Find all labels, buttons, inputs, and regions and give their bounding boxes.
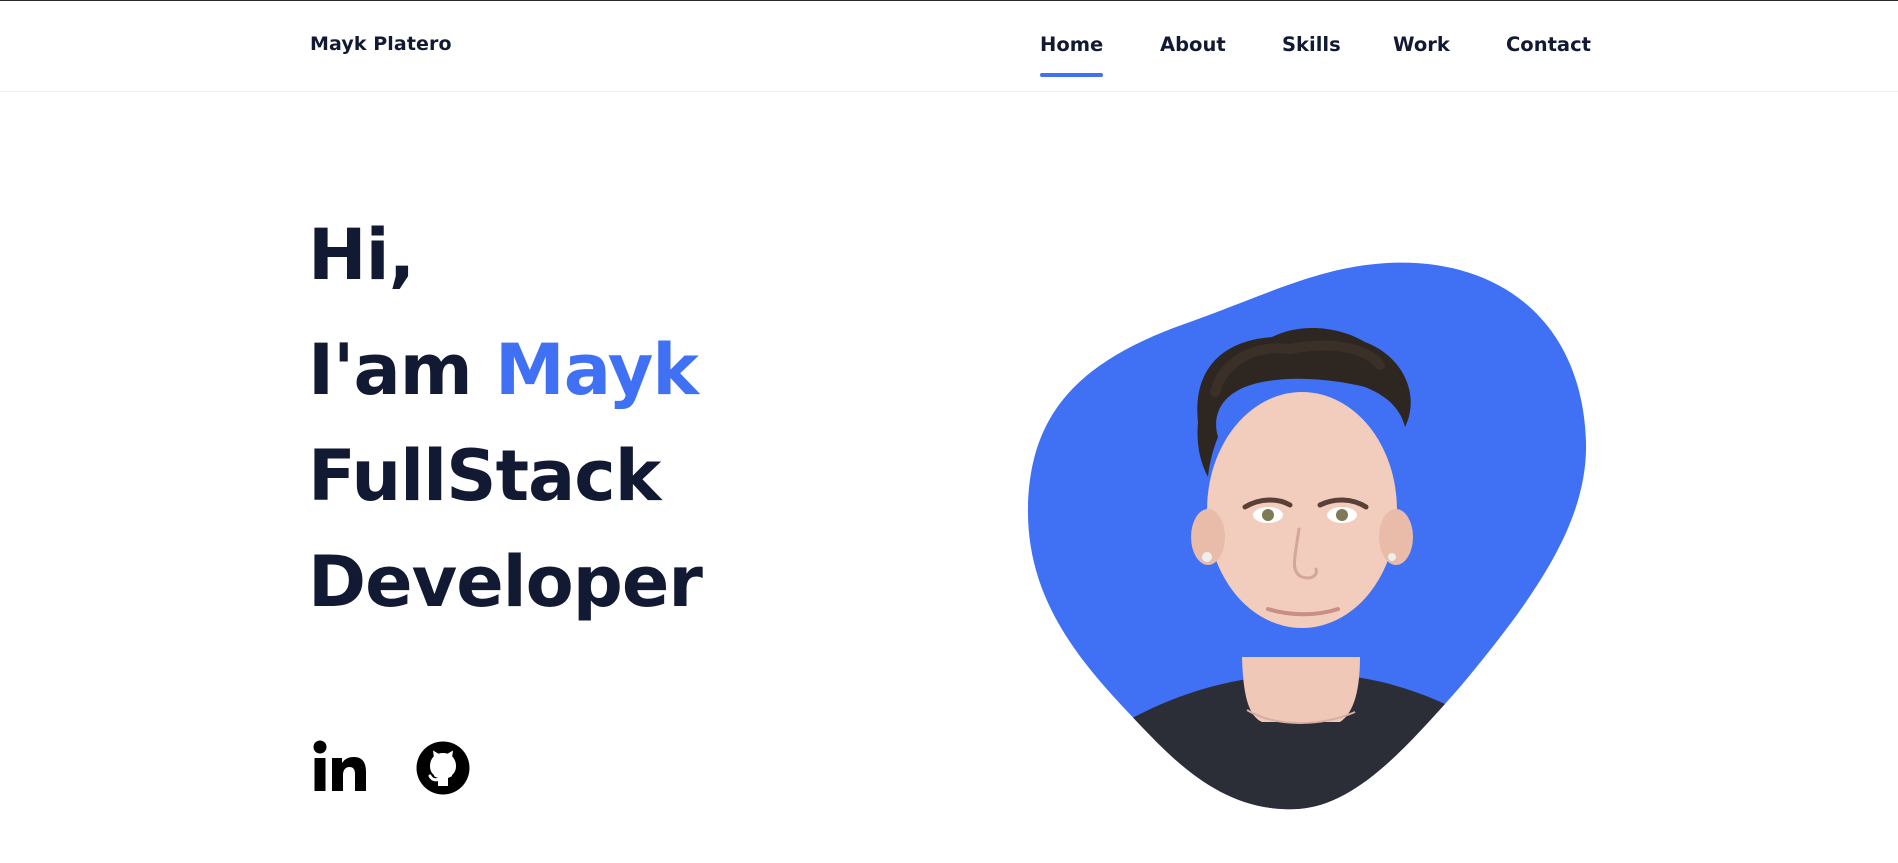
main-nav: Home About Skills Work Contact bbox=[0, 33, 1898, 83]
nav-work[interactable]: Work bbox=[1393, 33, 1450, 56]
nav-home[interactable]: Home bbox=[1040, 33, 1104, 77]
github-link[interactable] bbox=[415, 739, 471, 797]
linkedin-icon bbox=[313, 740, 366, 791]
hero-name: Mayk bbox=[495, 329, 699, 411]
hero-text: Hi, I'am Mayk FullStack Developer bbox=[308, 211, 908, 635]
linkedin-link[interactable] bbox=[312, 739, 368, 797]
nav-about[interactable]: About bbox=[1160, 33, 1226, 56]
nav-contact[interactable]: Contact bbox=[1506, 33, 1591, 56]
github-icon bbox=[416, 741, 470, 795]
hero-intro-line: I'am Mayk bbox=[308, 317, 908, 423]
hero-greeting: Hi, bbox=[308, 214, 415, 296]
hero-intro-prefix: I'am bbox=[308, 329, 496, 411]
site-header: Mayk Platero Home About Skills Work Cont… bbox=[0, 1, 1898, 92]
hero-role-line-1: FullStack bbox=[308, 435, 661, 517]
nav-skills[interactable]: Skills bbox=[1282, 33, 1341, 56]
profile-photo bbox=[1020, 257, 1595, 813]
hero-role-line-2: Developer bbox=[308, 541, 703, 623]
